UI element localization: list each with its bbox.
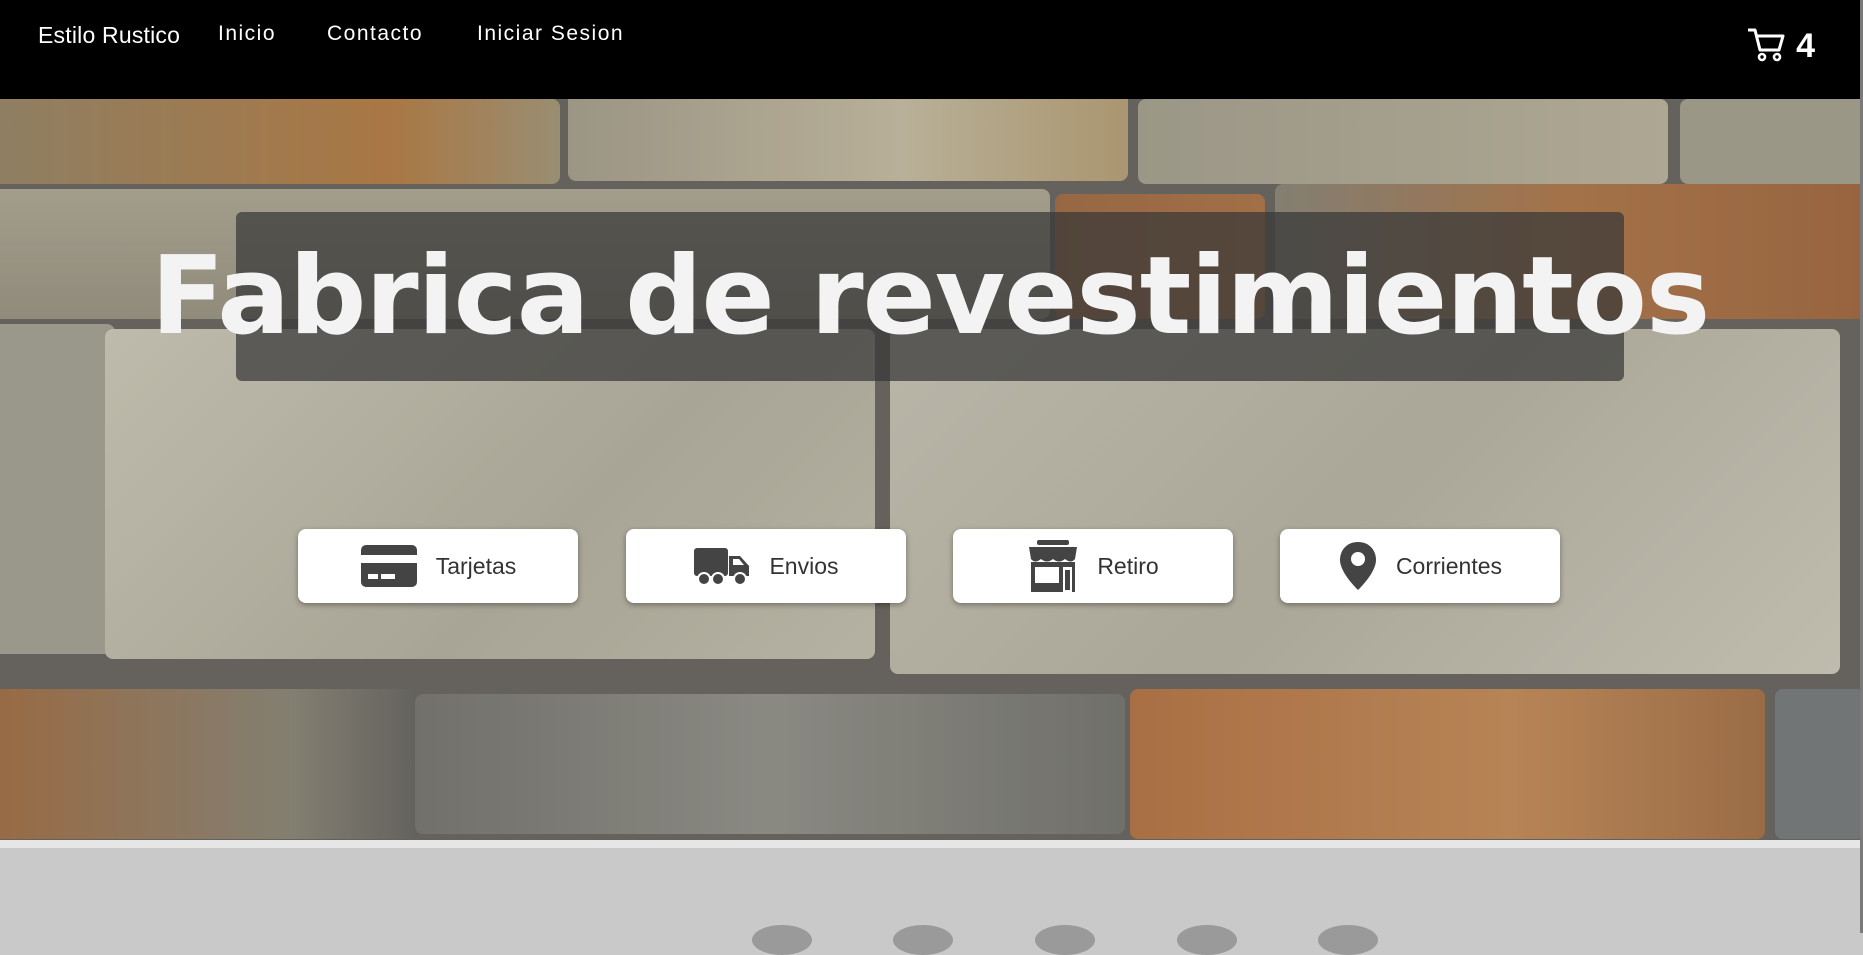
cart-button[interactable]: 4 <box>1746 26 1815 67</box>
hero-title-box: Fabrica de revestimientos <box>150 212 1710 381</box>
top-navbar: Estilo Rustico Inicio Contacto Iniciar S… <box>0 0 1863 99</box>
truck-icon <box>693 544 751 588</box>
decorative-shape <box>1035 925 1095 955</box>
cart-count-badge: 4 <box>1796 27 1815 65</box>
decorative-shape <box>893 925 953 955</box>
feature-button-corrientes[interactable]: Corrientes <box>1280 529 1560 603</box>
decorative-shape <box>1177 925 1237 955</box>
decorative-shape <box>752 925 812 955</box>
content-section <box>0 848 1860 955</box>
hero-banner: Fabrica de revestimientos Tarjetas Envio… <box>0 99 1860 840</box>
feature-label: Tarjetas <box>435 552 517 579</box>
feature-label: Retiro <box>1097 552 1159 579</box>
hero-title: Fabrica de revestimientos <box>150 234 1710 359</box>
hero-divider <box>0 840 1860 848</box>
brand-logo-text[interactable]: Estilo Rustico <box>38 22 180 49</box>
feature-button-envios[interactable]: Envios <box>626 529 906 603</box>
nav-link-iniciar-sesion[interactable]: Iniciar Sesion <box>477 22 624 46</box>
feature-label: Envios <box>769 552 839 579</box>
map-pin-icon <box>1338 540 1378 592</box>
store-icon <box>1027 539 1079 593</box>
nav-link-contacto[interactable]: Contacto <box>327 22 423 46</box>
shopping-cart-icon <box>1746 26 1786 67</box>
feature-label: Corrientes <box>1395 552 1503 579</box>
nav-link-inicio[interactable]: Inicio <box>218 22 276 46</box>
feature-button-tarjetas[interactable]: Tarjetas <box>298 529 578 603</box>
decorative-shape <box>1318 925 1378 955</box>
feature-button-retiro[interactable]: Retiro <box>953 529 1233 603</box>
credit-card-icon <box>360 543 418 589</box>
